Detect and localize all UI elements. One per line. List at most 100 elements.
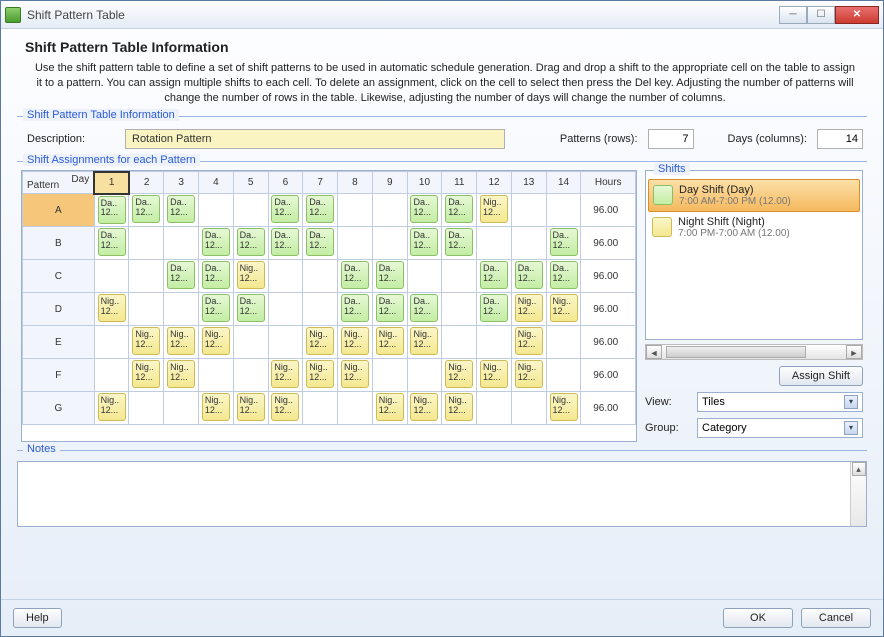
day-shift-chip[interactable]: Da..12... bbox=[445, 228, 473, 256]
description-input[interactable] bbox=[125, 129, 505, 149]
pattern-cell[interactable]: Nig..12... bbox=[338, 359, 373, 392]
notes-textarea[interactable]: ▴ bbox=[17, 461, 867, 527]
day-shift-chip[interactable]: Da..12... bbox=[202, 294, 230, 322]
pattern-cell[interactable]: Nig..12... bbox=[164, 359, 199, 392]
day-header[interactable]: 13 bbox=[511, 172, 546, 194]
day-shift-chip[interactable]: Da..12... bbox=[98, 228, 126, 256]
pattern-cell[interactable]: Nig..12... bbox=[199, 326, 234, 359]
pattern-cell[interactable] bbox=[129, 227, 164, 260]
pattern-row-header[interactable]: G bbox=[23, 392, 95, 425]
night-shift-chip[interactable]: Nig..12... bbox=[306, 360, 334, 388]
scroll-thumb[interactable] bbox=[666, 346, 806, 358]
minimize-button[interactable]: ─ bbox=[779, 6, 807, 24]
pattern-cell[interactable]: Nig..12... bbox=[268, 392, 303, 425]
pattern-cell[interactable] bbox=[372, 194, 407, 227]
day-shift-chip[interactable]: Da..12... bbox=[410, 294, 438, 322]
pattern-cell[interactable]: Nig..12... bbox=[407, 392, 442, 425]
day-header[interactable]: 1 bbox=[94, 172, 129, 194]
pattern-cell[interactable]: Da..12... bbox=[546, 260, 581, 293]
group-combo[interactable]: Category ▾ bbox=[697, 418, 863, 438]
pattern-cell[interactable]: Da..12... bbox=[164, 194, 199, 227]
pattern-cell[interactable] bbox=[199, 359, 234, 392]
day-header[interactable]: 7 bbox=[303, 172, 338, 194]
night-shift-chip[interactable]: Nig..12... bbox=[132, 360, 160, 388]
day-header[interactable]: 10 bbox=[407, 172, 442, 194]
pattern-cell[interactable]: Da..12... bbox=[268, 194, 303, 227]
night-shift-chip[interactable]: Nig..12... bbox=[132, 327, 160, 355]
day-shift-chip[interactable]: Da..12... bbox=[410, 228, 438, 256]
close-button[interactable]: ✕ bbox=[835, 6, 879, 24]
pattern-cell[interactable]: Da..12... bbox=[233, 293, 268, 326]
titlebar[interactable]: Shift Pattern Table ─ ☐ ✕ bbox=[1, 1, 883, 29]
day-header[interactable]: 12 bbox=[477, 172, 512, 194]
pattern-cell[interactable]: Da..12... bbox=[164, 260, 199, 293]
pattern-cell[interactable]: Da..12... bbox=[372, 260, 407, 293]
day-shift-chip[interactable]: Da..12... bbox=[376, 294, 404, 322]
pattern-cell[interactable]: Da..12... bbox=[477, 293, 512, 326]
pattern-cell[interactable] bbox=[303, 293, 338, 326]
night-shift-chip[interactable]: Nig..12... bbox=[515, 327, 543, 355]
shifts-scrollbar[interactable]: ◄ ► bbox=[645, 344, 863, 360]
pattern-cell[interactable] bbox=[303, 392, 338, 425]
pattern-cell[interactable]: Nig..12... bbox=[372, 326, 407, 359]
night-shift-chip[interactable]: Nig..12... bbox=[271, 393, 299, 421]
pattern-row-header[interactable]: D bbox=[23, 293, 95, 326]
day-shift-chip[interactable]: Da..12... bbox=[271, 195, 299, 223]
pattern-cell[interactable]: Nig..12... bbox=[511, 293, 546, 326]
day-header[interactable]: 6 bbox=[268, 172, 303, 194]
shift-item[interactable]: Day Shift (Day)7:00 AM-7:00 PM (12.00) bbox=[648, 179, 860, 212]
day-header[interactable]: 4 bbox=[199, 172, 234, 194]
pattern-cell[interactable]: Da..12... bbox=[303, 227, 338, 260]
day-shift-chip[interactable]: Da..12... bbox=[98, 196, 126, 224]
ok-button[interactable]: OK bbox=[723, 608, 793, 628]
pattern-cell[interactable]: Nig..12... bbox=[407, 326, 442, 359]
pattern-cell[interactable] bbox=[372, 359, 407, 392]
pattern-cell[interactable] bbox=[94, 359, 129, 392]
pattern-cell[interactable]: Nig..12... bbox=[303, 326, 338, 359]
day-shift-chip[interactable]: Da..12... bbox=[306, 228, 334, 256]
pattern-cell[interactable] bbox=[233, 326, 268, 359]
pattern-cell[interactable] bbox=[338, 392, 373, 425]
day-shift-chip[interactable]: Da..12... bbox=[550, 228, 578, 256]
pattern-cell[interactable] bbox=[372, 227, 407, 260]
day-shift-chip[interactable]: Da..12... bbox=[480, 294, 508, 322]
pattern-cell[interactable]: Da..12... bbox=[372, 293, 407, 326]
night-shift-chip[interactable]: Nig..12... bbox=[480, 195, 508, 223]
pattern-cell[interactable] bbox=[511, 392, 546, 425]
day-header[interactable]: 3 bbox=[164, 172, 199, 194]
night-shift-chip[interactable]: Nig..12... bbox=[410, 393, 438, 421]
pattern-cell[interactable]: Nig..12... bbox=[372, 392, 407, 425]
pattern-cell[interactable] bbox=[442, 293, 477, 326]
pattern-cell[interactable] bbox=[407, 359, 442, 392]
pattern-cell[interactable]: Da..12... bbox=[511, 260, 546, 293]
day-header[interactable]: 11 bbox=[442, 172, 477, 194]
night-shift-chip[interactable]: Nig..12... bbox=[237, 393, 265, 421]
pattern-cell[interactable]: Da..12... bbox=[303, 194, 338, 227]
pattern-cell[interactable]: Nig..12... bbox=[233, 260, 268, 293]
pattern-cell[interactable] bbox=[511, 227, 546, 260]
pattern-cell[interactable] bbox=[338, 227, 373, 260]
pattern-cell[interactable]: Da..12... bbox=[338, 260, 373, 293]
pattern-cell[interactable] bbox=[164, 227, 199, 260]
day-shift-chip[interactable]: Da..12... bbox=[550, 261, 578, 289]
day-header[interactable]: 5 bbox=[233, 172, 268, 194]
pattern-cell[interactable]: Da..12... bbox=[407, 293, 442, 326]
pattern-cell[interactable]: Nig..12... bbox=[546, 392, 581, 425]
pattern-cell[interactable] bbox=[164, 293, 199, 326]
day-shift-chip[interactable]: Da..12... bbox=[132, 195, 160, 223]
day-shift-chip[interactable]: Da..12... bbox=[167, 195, 195, 223]
night-shift-chip[interactable]: Nig..12... bbox=[98, 393, 126, 421]
pattern-cell[interactable]: Nig..12... bbox=[94, 392, 129, 425]
night-shift-chip[interactable]: Nig..12... bbox=[341, 360, 369, 388]
pattern-cell[interactable] bbox=[407, 260, 442, 293]
pattern-cell[interactable]: Nig..12... bbox=[164, 326, 199, 359]
pattern-cell[interactable]: Da..12... bbox=[546, 227, 581, 260]
day-shift-chip[interactable]: Da..12... bbox=[306, 195, 334, 223]
day-header[interactable]: 9 bbox=[372, 172, 407, 194]
pattern-row-header[interactable]: E bbox=[23, 326, 95, 359]
pattern-cell[interactable] bbox=[129, 260, 164, 293]
pattern-grid[interactable]: DayPattern1234567891011121314HoursADa..1… bbox=[21, 170, 637, 442]
night-shift-chip[interactable]: Nig..12... bbox=[445, 393, 473, 421]
pattern-cell[interactable] bbox=[233, 194, 268, 227]
scroll-up-icon[interactable]: ▴ bbox=[852, 462, 866, 476]
